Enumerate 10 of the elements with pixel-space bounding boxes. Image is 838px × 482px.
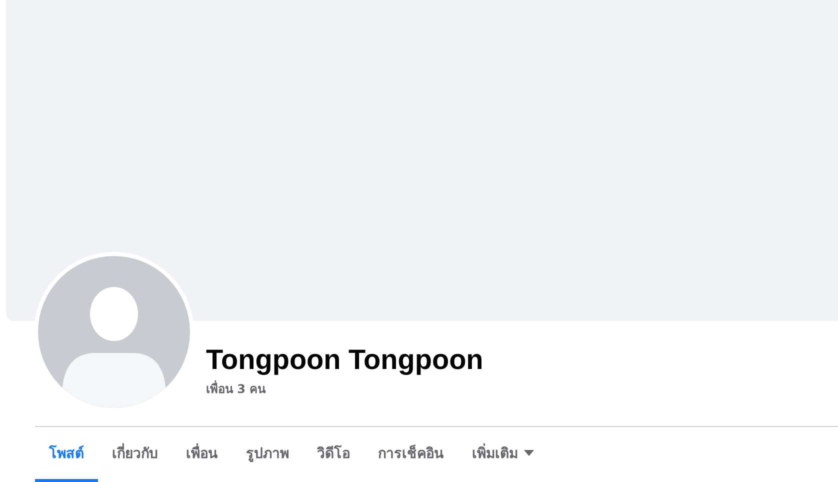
- profile-tab[interactable]: เพิ่มเติม: [458, 427, 548, 482]
- caret-icon: [524, 450, 534, 456]
- profile-tab[interactable]: รูปภาพ: [232, 427, 303, 482]
- profile-tab[interactable]: วิดีโอ: [303, 427, 364, 482]
- profile-tab[interactable]: การเช็คอิน: [364, 427, 458, 482]
- profile-name: Tongpoon Tongpoon: [206, 343, 484, 377]
- profile-tab[interactable]: เกี่ยวกับ: [98, 427, 172, 482]
- friends-count[interactable]: เพื่อน 3 คน: [206, 379, 484, 398]
- profile-tab[interactable]: เพื่อน: [172, 427, 232, 482]
- profile-tab[interactable]: โพสต์: [35, 427, 98, 482]
